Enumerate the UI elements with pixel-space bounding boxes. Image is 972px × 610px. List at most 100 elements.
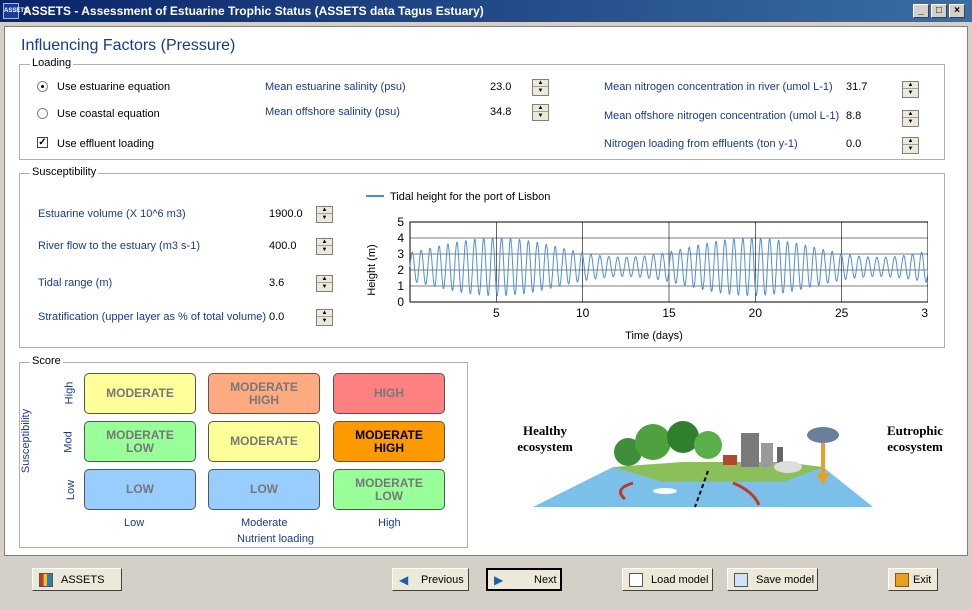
stratification-value[interactable]: 0.0 [269,311,284,323]
window-title: ASSETS - Assessment of Estuarine Trophic… [23,4,484,18]
score-cell: LOW [84,469,196,510]
score-cell: MODERATE LOW [333,469,445,510]
row-label-high: High [63,381,76,405]
loading-group: Loading Use estuarine equation Use coast… [19,57,945,160]
river-flow-value[interactable]: 400.0 [269,240,297,252]
x-tick-label: 20 [749,306,763,320]
row-label-mod: Mod [62,431,75,453]
exit-button-label: Exit [913,573,932,586]
tidal-height-chart: Tidal height for the port of Lisbon 0 1 2 3… [366,191,928,342]
estuarine-volume-label: Estuarine volume (X 10^6 m3) [38,208,186,220]
document-icon [629,572,643,587]
page-title: Influencing Factors (Pressure) [21,37,236,54]
coastal-equation-radio[interactable] [37,108,48,119]
river-nitrogen-label: Mean nitrogen concentration in river (um… [604,81,833,93]
effluent-nitrogen-value[interactable]: 0.0 [846,138,861,150]
tidal-range-stepper[interactable]: ▲ ▼ [316,275,333,292]
effluent-loading-label: Use effluent loading [57,138,155,150]
y-tick-label: 4 [397,231,404,245]
score-cell: MODERATE HIGH [333,421,445,462]
score-cell: LOW [208,469,320,510]
offshore-salinity-stepper[interactable]: ▲ ▼ [532,104,549,121]
y-tick-label: 1 [397,279,404,293]
save-model-label: Save model [756,573,815,586]
susceptibility-legend: Susceptibility [30,166,99,178]
tidal-range-label: Tidal range (m) [38,277,113,289]
maximize-button[interactable]: □ [931,4,947,18]
loading-legend: Loading [30,57,74,69]
x-tick-label: 15 [662,306,676,320]
river-flow-label: River flow to the estuary (m3 s-1) [38,240,200,252]
previous-button-label: Previous [421,573,464,586]
close-button[interactable]: × [949,4,965,18]
exit-button[interactable]: Exit [888,568,938,591]
score-cell: MODERATE LOW [84,421,196,462]
estuarine-salinity-label: Mean estuarine salinity (psu) [265,81,406,93]
river-flow-stepper[interactable]: ▲ ▼ [316,238,333,255]
save-icon [734,572,748,587]
score-cell: MODERATE [208,421,320,462]
assets-icon [39,572,53,587]
col-label-low: Low [124,517,145,529]
estuarine-equation-label: Use estuarine equation [57,81,171,93]
stratification-stepper[interactable]: ▲ ▼ [316,309,333,326]
offshore-salinity-value[interactable]: 34.8 [490,106,511,118]
y-tick-label: 0 [397,295,404,309]
save-model-button[interactable]: Save model [727,568,818,591]
arrow-right-icon: ▶ [494,572,504,587]
offshore-nitrogen-stepper[interactable]: ▲ ▼ [902,110,919,127]
x-axis-label: Time (days) [625,330,683,342]
next-button[interactable]: ▶ Next [486,568,562,591]
nutrient-loading-title: Nutrient loading [237,533,315,545]
effluent-loading-checkbox[interactable]: ✓ [37,137,48,148]
next-button-label: Next [534,573,557,586]
score-cell: HIGH [333,373,445,414]
y-tick-label: 5 [397,215,404,229]
x-tick-label: 30 [921,306,928,320]
assets-button-label: ASSETS [61,573,105,586]
y-axis-label: Height (m) [366,244,378,295]
col-label-moderate: Moderate [241,517,288,529]
estuarine-salinity-value[interactable]: 23.0 [490,81,511,93]
col-label-high: High [378,517,401,529]
stratification-label: Stratification (upper layer as % of tota… [38,311,267,323]
offshore-nitrogen-label: Mean offshore nitrogen concentration (um… [604,110,840,122]
susceptibility-group: Susceptibility Estuarine volume (X 10^6 … [19,166,945,348]
load-model-label: Load model [651,573,709,586]
effluent-nitrogen-label: Nitrogen loading from effluents (ton y-1… [604,138,798,150]
y-tick-label: 2 [397,263,404,277]
score-legend: Score [30,355,63,367]
offshore-nitrogen-value[interactable]: 8.8 [846,110,861,122]
x-tick-label: 5 [493,306,500,320]
chart-legend-label: Tidal height for the port of Lisbon [390,191,550,203]
coastal-equation-label: Use coastal equation [57,108,160,120]
effluent-nitrogen-stepper[interactable]: ▲ ▼ [902,137,919,154]
score-group: Score Susceptibility High Mod Low MODERA… [19,355,468,548]
previous-button[interactable]: ◀ Previous [392,568,469,591]
tidal-range-value[interactable]: 3.6 [269,277,284,289]
offshore-salinity-label: Mean offshore salinity (psu) [265,106,400,118]
estuarine-equation-radio[interactable] [37,81,48,92]
main-panel: Influencing Factors (Pressure) Loading U… [4,26,968,556]
button-bar: ASSETS ◀ Previous ▶ Next Load model Save… [0,556,972,610]
ecosystem-illustration: Healthy ecosystem Eutrophic ecosystem [493,407,955,517]
load-model-button[interactable]: Load model [622,568,713,591]
arrow-left-icon: ◀ [399,572,409,587]
estuarine-volume-stepper[interactable]: ▲ ▼ [316,206,333,223]
river-nitrogen-stepper[interactable]: ▲ ▼ [902,81,919,98]
row-label-low: Low [65,479,78,501]
score-y-axis-title: Susceptibility [20,408,33,474]
estuarine-volume-value[interactable]: 1900.0 [269,208,303,220]
estuarine-salinity-stepper[interactable]: ▲ ▼ [532,79,549,96]
y-tick-label: 3 [397,247,404,261]
assets-button[interactable]: ASSETS [32,568,122,591]
title-bar: ASSETS ASSETS - Assessment of Estuarine … [0,0,972,22]
eutrophic-ecosystem-label: Eutrophic ecosystem [886,423,944,454]
estuary-scene-graphic [533,421,873,508]
x-tick-label: 25 [835,306,849,320]
exit-icon [895,572,909,587]
score-cell: MODERATE [84,373,196,414]
minimize-button[interactable]: _ [913,4,929,18]
river-nitrogen-value[interactable]: 31.7 [846,81,867,93]
x-tick-label: 10 [576,306,590,320]
